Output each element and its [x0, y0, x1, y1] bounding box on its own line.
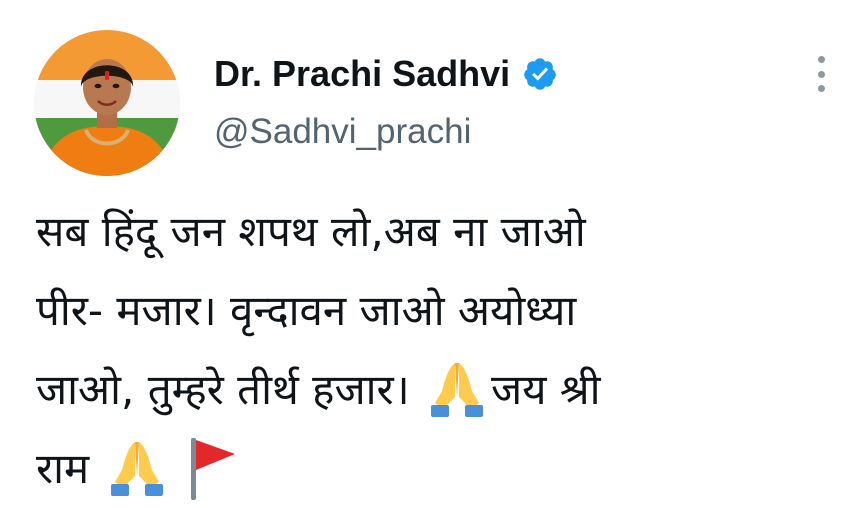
tweet-line-1: सब हिंदू जन शपथ लो,अब ना जाओ	[36, 207, 586, 256]
name-row[interactable]: Dr. Prachi Sadhvi	[214, 50, 558, 98]
tweet-text: सब हिंदू जन शपथ लो,अब ना जाओ पीर- मजार। …	[36, 192, 826, 508]
avatar[interactable]	[34, 30, 180, 176]
tweet-line-4-text: राम	[36, 444, 103, 493]
tweet-line-2: पीर- मजार। वृन्दावन जाओ अयोध्या	[36, 286, 577, 335]
more-dot	[817, 70, 825, 78]
more-dot	[817, 85, 825, 92]
triangular-flag-emoji	[190, 437, 235, 500]
display-name[interactable]: Dr. Prachi Sadhvi	[214, 53, 510, 95]
more-options-icon[interactable]	[813, 56, 829, 92]
tweet-line-3-text: जाओ, तुम्हरे तीर्थ हजार।	[36, 365, 423, 414]
more-dot	[817, 56, 825, 63]
folded-hands-emoji	[430, 362, 483, 417]
avatar-image	[34, 30, 180, 176]
tweet-line-3: जाओ, तुम्हरे तीर्थ हजार। जय श्री	[36, 350, 826, 429]
tweet-line-4: राम	[36, 429, 826, 508]
tweet-line-3-tail: जय श्री	[490, 365, 601, 414]
verified-badge-icon	[524, 58, 556, 90]
folded-hands-emoji	[110, 441, 163, 496]
tweet-card: Dr. Prachi Sadhvi @Sadhvi_prachi सब हिंद…	[0, 0, 843, 507]
user-handle[interactable]: @Sadhvi_prachi	[214, 112, 471, 152]
